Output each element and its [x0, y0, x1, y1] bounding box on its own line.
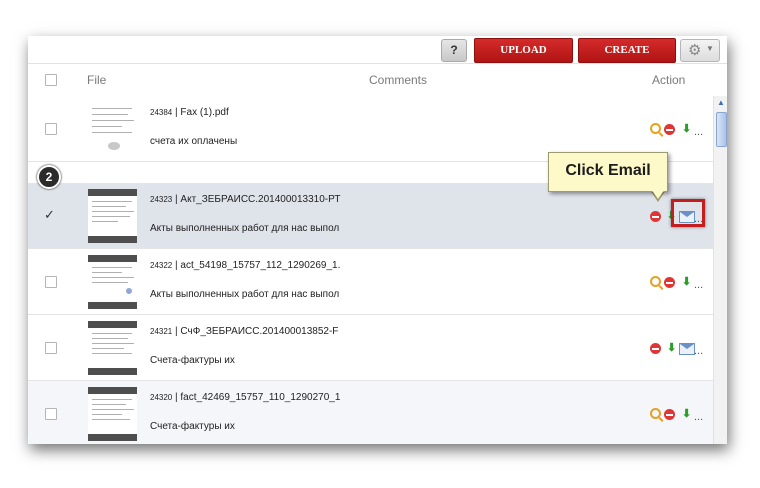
file-title[interactable]: 24322 | act_54198_15757_112_1290269_1. — [150, 260, 340, 271]
table-row-selected[interactable]: ✓ 24323 | Акт_ЗЕБРАИСС.201400013310-РТ А… — [28, 183, 713, 249]
row-checkbox[interactable] — [45, 342, 57, 354]
file-thumbnail[interactable] — [88, 255, 137, 309]
file-comment: Акты выполненных работ для нас выпол — [150, 289, 340, 300]
chevron-down-icon: ▼ — [706, 44, 714, 53]
email-icon[interactable] — [679, 343, 695, 355]
callout-click-email: Click Email — [548, 152, 668, 192]
table-row[interactable]: 24321 | СчФ_ЗЕБРАИСС.201400013852-F Счет… — [28, 315, 713, 381]
magnify-icon[interactable] — [650, 408, 661, 419]
file-thumbnail[interactable] — [88, 321, 137, 375]
row-actions: ⬇ ... — [650, 276, 712, 292]
file-thumbnail[interactable] — [88, 387, 137, 441]
column-header-comments: Comments — [369, 73, 428, 87]
download-icon[interactable]: ⬇ — [682, 408, 693, 421]
table-header: File Comments Action — [28, 63, 727, 97]
more-icon[interactable]: ... — [694, 345, 703, 357]
download-icon[interactable]: ⬇ — [682, 123, 693, 136]
file-title[interactable]: 24320 | fact_42469_15757_110_1290270_1 — [150, 392, 340, 403]
scroll-up-icon[interactable]: ▲ — [716, 98, 726, 108]
row-actions: ⬇ ... — [650, 123, 712, 139]
more-icon[interactable]: ... — [694, 126, 703, 138]
settings-menu-button[interactable]: ⚙ ▼ — [680, 39, 720, 62]
table-row[interactable]: 24320 | fact_42469_15757_110_1290270_1 С… — [28, 381, 713, 444]
row-checkbox[interactable] — [45, 408, 57, 420]
magnify-icon[interactable] — [650, 123, 661, 134]
column-header-file: File — [87, 73, 107, 87]
toolbar: ? UPLOAD CREATE ⚙ ▼ — [28, 36, 727, 63]
file-manager-panel: ? UPLOAD CREATE ⚙ ▼ File Comments Action… — [28, 36, 727, 444]
more-icon[interactable]: ... — [694, 279, 703, 291]
email-icon-highlight — [671, 199, 705, 227]
gear-icon: ⚙ — [688, 42, 702, 59]
delete-icon[interactable] — [650, 211, 661, 222]
file-comment: Акты выполненных работ для нас выпол — [150, 223, 340, 234]
file-title[interactable]: 24384 | Fax (1).pdf — [150, 107, 229, 118]
row-actions: ⬇ ... — [650, 342, 712, 358]
help-button[interactable]: ? — [441, 39, 467, 62]
step-number-badge: 2 — [37, 165, 61, 189]
download-icon[interactable]: ⬇ — [667, 342, 678, 355]
file-comment: счета их оплачены — [150, 136, 238, 147]
delete-icon[interactable] — [664, 277, 675, 288]
row-actions: ⬇ ... — [650, 408, 712, 424]
delete-icon[interactable] — [664, 124, 675, 135]
file-thumbnail[interactable] — [88, 189, 137, 243]
file-title[interactable]: 24321 | СчФ_ЗЕБРАИСС.201400013852-F — [150, 326, 338, 337]
magnify-icon[interactable] — [650, 276, 661, 287]
scrollbar-thumb[interactable] — [716, 112, 727, 147]
create-button[interactable]: CREATE — [578, 38, 676, 63]
select-all-checkbox[interactable] — [45, 74, 57, 86]
upload-button[interactable]: UPLOAD — [474, 38, 573, 63]
file-comment: Счета-фактуры их — [150, 355, 235, 366]
vertical-scrollbar[interactable]: ▲ — [713, 96, 727, 444]
delete-icon[interactable] — [650, 343, 661, 354]
file-thumbnail[interactable] — [88, 102, 137, 156]
table-row[interactable]: 24322 | act_54198_15757_112_1290269_1. А… — [28, 249, 713, 315]
delete-icon[interactable] — [664, 409, 675, 420]
row-checkbox[interactable] — [45, 123, 57, 135]
row-checkbox-checked[interactable]: ✓ — [44, 207, 55, 222]
row-checkbox[interactable] — [45, 276, 57, 288]
download-icon[interactable]: ⬇ — [682, 276, 693, 289]
column-header-action: Action — [652, 73, 686, 87]
file-comment: Счета-фактуры их — [150, 421, 235, 432]
callout-tail-fill — [651, 189, 665, 199]
more-icon[interactable]: ... — [694, 411, 703, 423]
file-title[interactable]: 24323 | Акт_ЗЕБРАИСС.201400013310-РТ — [150, 194, 340, 205]
